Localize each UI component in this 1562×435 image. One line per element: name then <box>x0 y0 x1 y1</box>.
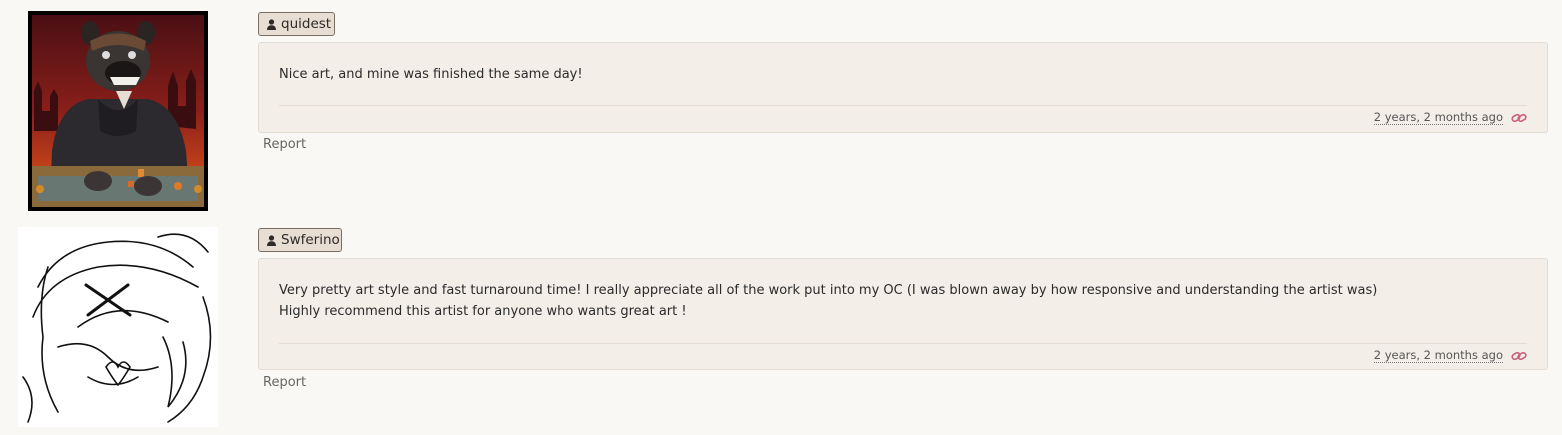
user-icon <box>267 234 276 246</box>
avatar[interactable] <box>28 11 208 211</box>
comment-meta: 2 years, 2 months ago <box>1373 110 1527 125</box>
divider <box>279 343 1527 344</box>
comment-item: quidest Nice art, and mine was finished … <box>0 0 1562 215</box>
comment-card: Very pretty art style and fast turnaroun… <box>258 258 1548 370</box>
avatar-hyena-image <box>28 11 208 211</box>
comment-body: Very pretty art style and fast turnaroun… <box>279 280 1527 322</box>
timestamp: 2 years, 2 months ago <box>1373 348 1503 363</box>
comment-text-line: Highly recommend this artist for anyone … <box>279 304 687 319</box>
comment-text-line: Nice art, and mine was finished the same… <box>279 67 583 82</box>
timestamp: 2 years, 2 months ago <box>1373 110 1503 125</box>
username-badge[interactable]: quidest <box>258 12 335 36</box>
link-icon[interactable] <box>1511 112 1527 124</box>
comment-card: Nice art, and mine was finished the same… <box>258 42 1548 133</box>
username-badge[interactable]: Swferino <box>258 228 342 252</box>
user-icon <box>267 18 276 30</box>
avatar[interactable] <box>18 227 218 427</box>
report-link[interactable]: Report <box>263 375 306 390</box>
username: quidest <box>281 16 332 32</box>
divider <box>279 105 1527 106</box>
avatar-sketch-image <box>18 227 218 427</box>
report-link[interactable]: Report <box>263 137 306 152</box>
comment-meta: 2 years, 2 months ago <box>1373 348 1527 363</box>
comment-item: Swferino Very pretty art style and fast … <box>0 215 1562 435</box>
comment-body: Nice art, and mine was finished the same… <box>279 64 1527 85</box>
link-icon[interactable] <box>1511 350 1527 362</box>
comment-text-line: Very pretty art style and fast turnaroun… <box>279 283 1378 298</box>
username: Swferino <box>281 232 340 248</box>
